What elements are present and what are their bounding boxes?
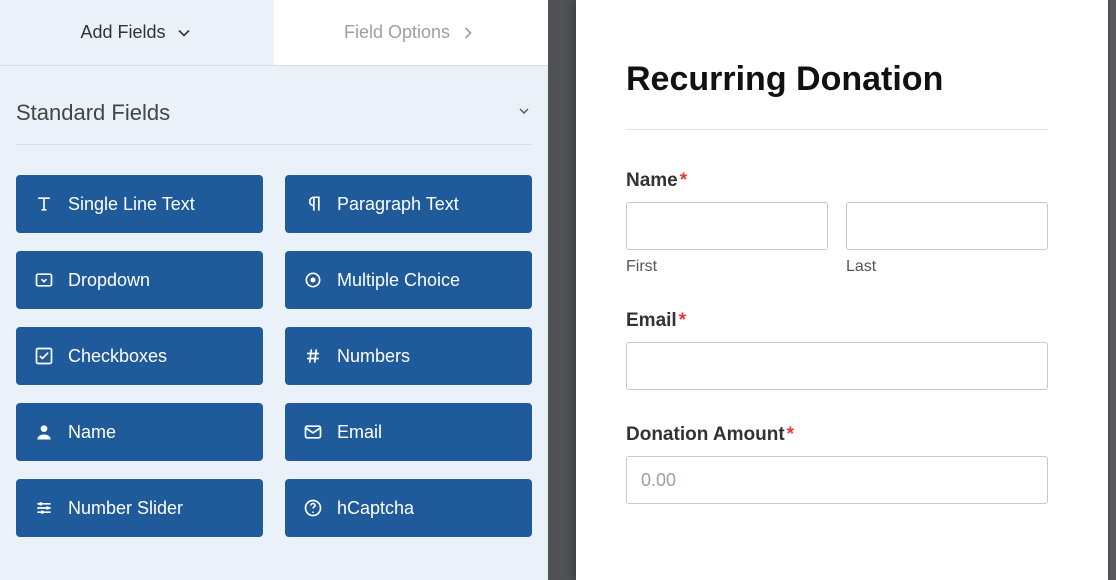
question-circle-icon <box>303 498 323 518</box>
field-label: Paragraph Text <box>337 194 459 215</box>
user-icon <box>34 422 54 442</box>
field-grid: Single Line Text Paragraph Text Dropdown <box>16 145 532 537</box>
field-label: Email <box>337 422 382 443</box>
field-checkboxes[interactable]: Checkboxes <box>16 327 263 385</box>
checkbox-icon <box>34 346 54 366</box>
tab-field-options[interactable]: Field Options <box>274 0 548 65</box>
form-title: Recurring Donation <box>626 60 1048 99</box>
envelope-icon <box>303 422 323 442</box>
text-cursor-icon <box>34 194 54 214</box>
donation-label: Donation Amount* <box>626 424 1048 446</box>
last-name-input[interactable] <box>846 202 1048 250</box>
field-numbers[interactable]: Numbers <box>285 327 532 385</box>
dropdown-icon <box>34 270 54 290</box>
email-input[interactable] <box>626 342 1048 390</box>
field-label: Number Slider <box>68 498 183 519</box>
sliders-icon <box>34 498 54 518</box>
field-name[interactable]: Name <box>16 403 263 461</box>
first-name-input[interactable] <box>626 202 828 250</box>
section-title: Standard Fields <box>16 100 170 126</box>
field-email[interactable]: Email <box>285 403 532 461</box>
required-mark: * <box>680 170 687 191</box>
field-single-line-text[interactable]: Single Line Text <box>16 175 263 233</box>
donation-label-text: Donation Amount <box>626 424 785 445</box>
chevron-right-icon <box>458 23 478 43</box>
required-mark: * <box>679 310 686 331</box>
hash-icon <box>303 346 323 366</box>
field-multiple-choice[interactable]: Multiple Choice <box>285 251 532 309</box>
form-field-name[interactable]: Name* First Last <box>626 170 1048 276</box>
chevron-down-icon <box>174 23 194 43</box>
field-hcaptcha[interactable]: hCaptcha <box>285 479 532 537</box>
email-label-text: Email <box>626 310 677 331</box>
left-panel: Add Fields Field Options Standard Fields <box>0 0 548 580</box>
paragraph-icon <box>303 194 323 214</box>
field-label: hCaptcha <box>337 498 414 519</box>
tabs: Add Fields Field Options <box>0 0 548 66</box>
name-label-text: Name <box>626 170 678 191</box>
field-number-slider[interactable]: Number Slider <box>16 479 263 537</box>
form-field-donation-amount[interactable]: Donation Amount* <box>626 424 1048 504</box>
field-label: Single Line Text <box>68 194 195 215</box>
field-dropdown[interactable]: Dropdown <box>16 251 263 309</box>
field-label: Name <box>68 422 116 443</box>
field-label: Multiple Choice <box>337 270 460 291</box>
form-preview: Recurring Donation Name* First Last <box>576 0 1108 580</box>
first-name-sublabel: First <box>626 258 828 276</box>
required-mark: * <box>787 424 794 445</box>
scrollbar[interactable] <box>1109 0 1116 580</box>
tab-add-fields[interactable]: Add Fields <box>0 0 274 65</box>
field-label: Numbers <box>337 346 410 367</box>
form-field-email[interactable]: Email* <box>626 310 1048 390</box>
field-paragraph-text[interactable]: Paragraph Text <box>285 175 532 233</box>
workspace: Add Fields Field Options Standard Fields <box>0 0 1116 580</box>
tab-field-options-label: Field Options <box>344 22 450 43</box>
field-label: Dropdown <box>68 270 150 291</box>
field-label: Checkboxes <box>68 346 167 367</box>
preview-area: Recurring Donation Name* First Last <box>548 0 1116 580</box>
donation-amount-input[interactable] <box>626 456 1048 504</box>
radio-icon <box>303 270 323 290</box>
name-label: Name* <box>626 170 1048 192</box>
tab-add-fields-label: Add Fields <box>80 22 165 43</box>
chevron-down-icon <box>516 103 532 124</box>
section-header[interactable]: Standard Fields <box>16 100 532 145</box>
divider <box>626 129 1048 130</box>
last-name-sublabel: Last <box>846 258 1048 276</box>
standard-fields-section: Standard Fields Single Line Text Para <box>0 66 548 537</box>
email-label: Email* <box>626 310 1048 332</box>
